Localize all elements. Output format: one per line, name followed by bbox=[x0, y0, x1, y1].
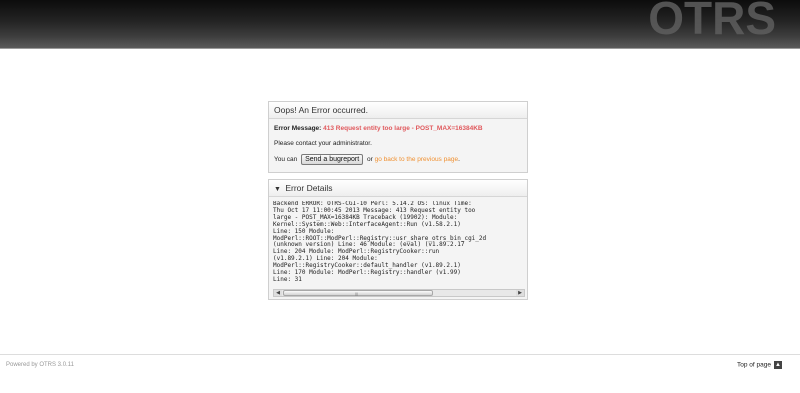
error-details-text: Backend ERROR: OTRS-CGI-10 Perl: 5.14.2 … bbox=[273, 201, 525, 289]
error-details-box: ▼ Error Details Backend ERROR: OTRS-CGI-… bbox=[268, 179, 528, 300]
error-message-value: 413 Request entity too large - POST_MAX=… bbox=[323, 125, 483, 132]
error-details-toggle[interactable]: ▼ Error Details bbox=[269, 180, 527, 197]
page-header: OTRS bbox=[0, 0, 800, 49]
error-message-label: Error Message: bbox=[274, 125, 322, 132]
you-can-text: You can bbox=[274, 156, 298, 164]
powered-by-text: Powered by OTRS 3.0.11 bbox=[6, 362, 74, 368]
error-details-title: Error Details bbox=[285, 183, 333, 193]
period-text: . bbox=[458, 156, 460, 164]
scroll-right-arrow-icon[interactable]: ▶ bbox=[516, 290, 524, 296]
top-of-page-label: Top of page bbox=[737, 361, 771, 369]
error-message-line: Error Message: 413 Request entity too la… bbox=[274, 124, 522, 134]
arrow-up-icon: ▲ bbox=[774, 361, 782, 369]
top-of-page-link[interactable]: Top of page ▲ bbox=[737, 361, 782, 369]
otrs-logo: OTRS bbox=[648, 0, 776, 44]
contact-admin-text: Please contact your administrator. bbox=[274, 140, 372, 147]
triangle-down-icon: ▼ bbox=[274, 186, 281, 193]
horizontal-scrollbar[interactable]: ◀ ||| ▶ bbox=[273, 289, 525, 297]
send-bugreport-button[interactable]: Send a bugreport bbox=[301, 154, 364, 165]
error-box: Oops! An Error occurred. Error Message: … bbox=[268, 101, 528, 173]
error-box-title: Oops! An Error occurred. bbox=[269, 102, 527, 119]
scrollbar-thumb[interactable]: ||| bbox=[283, 290, 433, 296]
page-footer: Powered by OTRS 3.0.11 Top of page ▲ bbox=[0, 354, 800, 393]
or-text: or bbox=[367, 156, 373, 164]
grip-icon: ||| bbox=[355, 291, 359, 296]
go-back-link[interactable]: go back to the previous page bbox=[375, 156, 458, 163]
error-box-content: Error Message: 413 Request entity too la… bbox=[269, 119, 527, 168]
actions-line: You can Send a bugreport or go back to t… bbox=[274, 154, 522, 165]
scroll-left-arrow-icon[interactable]: ◀ bbox=[274, 290, 282, 296]
